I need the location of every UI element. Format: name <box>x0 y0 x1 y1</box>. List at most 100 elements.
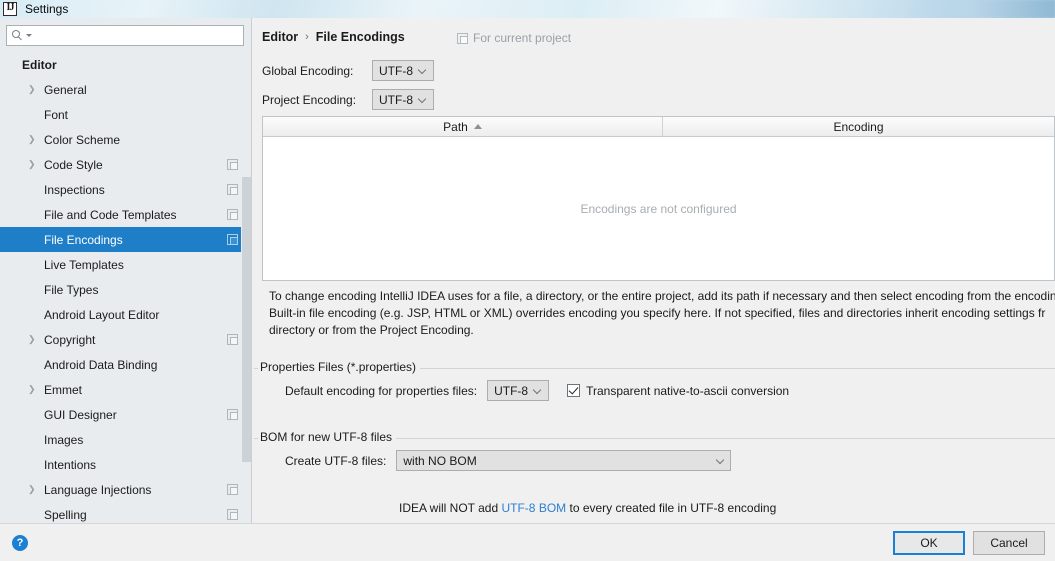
cancel-button[interactable]: Cancel <box>973 531 1045 555</box>
sidebar-item-label: GUI Designer <box>44 407 117 422</box>
project-encoding-value: UTF-8 <box>379 92 413 107</box>
sidebar-item-label: Color Scheme <box>44 132 121 147</box>
default-properties-encoding-row: Default encoding for properties files: U… <box>285 380 789 401</box>
sidebar-item-label: Copyright <box>44 332 96 347</box>
chevron-down-icon <box>419 66 427 75</box>
sidebar-item-spelling[interactable]: Spelling <box>0 502 252 523</box>
sidebar-item-label: Emmet <box>44 382 83 397</box>
project-scope-icon <box>227 409 238 420</box>
help-button[interactable]: ? <box>12 535 28 551</box>
dialog-footer: ? OK Cancel <box>0 524 1055 561</box>
encoding-help-text: To change encoding IntelliJ IDEA uses fo… <box>269 288 1055 339</box>
sidebar-item-editor[interactable]: Editor <box>0 52 252 77</box>
sidebar-item-label: Code Style <box>44 157 103 172</box>
sidebar-item-code-style[interactable]: Code Style <box>0 152 252 177</box>
chevron-down-icon <box>717 456 726 465</box>
default-properties-encoding-value: UTF-8 <box>494 383 529 398</box>
chevron-down-icon <box>419 95 427 104</box>
settings-dialog: Settings Editor General Font Color Scheme Co… <box>0 0 1055 561</box>
breadcrumb-separator-icon: › <box>305 31 309 43</box>
help-text-line-3: directory or from the Project Encoding. <box>269 323 474 337</box>
project-scope-icon <box>227 334 238 345</box>
transparent-conversion-checkbox-row[interactable]: Transparent native-to-ascii conversion <box>567 384 789 398</box>
chevron-right-icon[interactable] <box>28 85 37 94</box>
sidebar-item-label: Android Layout Editor <box>44 307 160 322</box>
create-utf8-files-row: Create UTF-8 files: with NO BOM <box>285 450 732 471</box>
chevron-right-icon[interactable] <box>28 160 37 169</box>
title-bar: Settings <box>0 0 300 18</box>
sidebar-item-label: Android Data Binding <box>44 357 158 372</box>
sidebar-item-live-templates[interactable]: Live Templates <box>0 252 252 277</box>
column-header-path-label: Path <box>443 119 468 134</box>
sidebar-item-label: Inspections <box>44 182 105 197</box>
settings-tree[interactable]: Editor General Font Color Scheme Code Style I… <box>0 52 252 523</box>
for-current-project-text: For current project <box>473 31 572 45</box>
project-encoding-dropdown[interactable]: UTF-8 <box>372 89 434 110</box>
chevron-right-icon[interactable] <box>28 335 37 344</box>
breadcrumb-parent[interactable]: Editor <box>262 30 298 44</box>
utf8-bom-link[interactable]: UTF-8 BOM <box>501 501 566 515</box>
transparent-conversion-label: Transparent native-to-ascii conversion <box>586 383 790 398</box>
project-scope-icon <box>227 184 238 195</box>
help-text-line-2: Built-in file encoding (e.g. JSP, HTML o… <box>269 306 1046 320</box>
help-text-line-1: To change encoding IntelliJ IDEA uses fo… <box>269 289 1055 303</box>
sidebar-item-label: File Encodings <box>44 232 123 247</box>
search-input[interactable] <box>32 27 243 44</box>
encodings-table[interactable]: Path Encoding Encodings are not configur… <box>262 116 1055 281</box>
sidebar-item-label: Language Injections <box>44 482 152 497</box>
for-current-project-label: For current project <box>457 31 571 45</box>
sidebar-item-label: File and Code Templates <box>44 207 177 222</box>
project-scope-icon <box>227 484 238 495</box>
sidebar-item-emmet[interactable]: Emmet <box>0 377 252 402</box>
sidebar-item-inspections[interactable]: Inspections <box>0 177 252 202</box>
sidebar-item-copyright[interactable]: Copyright <box>0 327 252 352</box>
global-encoding-dropdown[interactable]: UTF-8 <box>372 60 434 81</box>
sidebar-item-file-types[interactable]: File Types <box>0 277 252 302</box>
sidebar-item-label: Editor <box>22 57 57 72</box>
global-encoding-row: Global Encoding: UTF-8 <box>262 60 434 81</box>
bom-group-title: BOM for new UTF-8 files <box>258 430 397 444</box>
breadcrumb-current: File Encodings <box>315 30 405 44</box>
sidebar-item-gui-designer[interactable]: GUI Designer <box>0 402 252 427</box>
project-encoding-label: Project Encoding: <box>262 92 357 107</box>
create-utf8-files-dropdown[interactable]: with NO BOM <box>396 450 732 471</box>
sidebar-item-label: Spelling <box>44 507 87 522</box>
sidebar-item-file-and-code-templates[interactable]: File and Code Templates <box>0 202 252 227</box>
intellij-idea-icon <box>3 2 17 16</box>
sidebar-item-label: Live Templates <box>44 257 124 272</box>
sidebar-item-font[interactable]: Font <box>0 102 252 127</box>
ok-button[interactable]: OK <box>893 531 965 555</box>
default-properties-encoding-dropdown[interactable]: UTF-8 <box>487 380 550 401</box>
sidebar-item-intentions[interactable]: Intentions <box>0 452 252 477</box>
sidebar-item-label: Intentions <box>44 457 97 472</box>
sidebar-item-language-injections[interactable]: Language Injections <box>0 477 252 502</box>
project-scope-icon <box>227 159 238 170</box>
sidebar-scrollbar-thumb[interactable] <box>242 177 251 462</box>
transparent-conversion-checkbox[interactable] <box>567 384 581 397</box>
chevron-right-icon[interactable] <box>28 485 37 494</box>
project-encoding-row: Project Encoding: UTF-8 <box>262 89 434 110</box>
sidebar-item-color-scheme[interactable]: Color Scheme <box>0 127 252 152</box>
create-utf8-files-label: Create UTF-8 files: <box>285 453 387 468</box>
sidebar-item-images[interactable]: Images <box>0 427 252 452</box>
column-header-path[interactable]: Path <box>263 117 663 136</box>
sidebar-item-general[interactable]: General <box>0 77 252 102</box>
column-header-encoding-label: Encoding <box>833 119 884 134</box>
sidebar-item-android-layout-editor[interactable]: Android Layout Editor <box>0 302 252 327</box>
global-encoding-label: Global Encoding: <box>262 63 354 78</box>
settings-content: Editor › File Encodings For current proj… <box>252 18 1055 523</box>
table-header-row: Path Encoding <box>263 117 1054 137</box>
settings-sidebar: Editor General Font Color Scheme Code Style I… <box>0 18 252 523</box>
sidebar-item-file-encodings[interactable]: File Encodings <box>0 227 252 252</box>
chevron-right-icon[interactable] <box>28 385 37 394</box>
sidebar-item-android-data-binding[interactable]: Android Data Binding <box>0 352 252 377</box>
bom-note-prefix: IDEA will NOT add <box>399 501 502 515</box>
sidebar-item-label: Font <box>44 107 69 122</box>
chevron-right-icon[interactable] <box>28 135 37 144</box>
project-scope-icon <box>227 509 238 520</box>
dialog-body: Editor General Font Color Scheme Code Style I… <box>0 18 1055 561</box>
column-header-encoding[interactable]: Encoding <box>663 117 1054 136</box>
sidebar-search[interactable] <box>6 25 244 46</box>
sort-ascending-icon <box>473 124 482 129</box>
search-icon <box>12 29 25 42</box>
